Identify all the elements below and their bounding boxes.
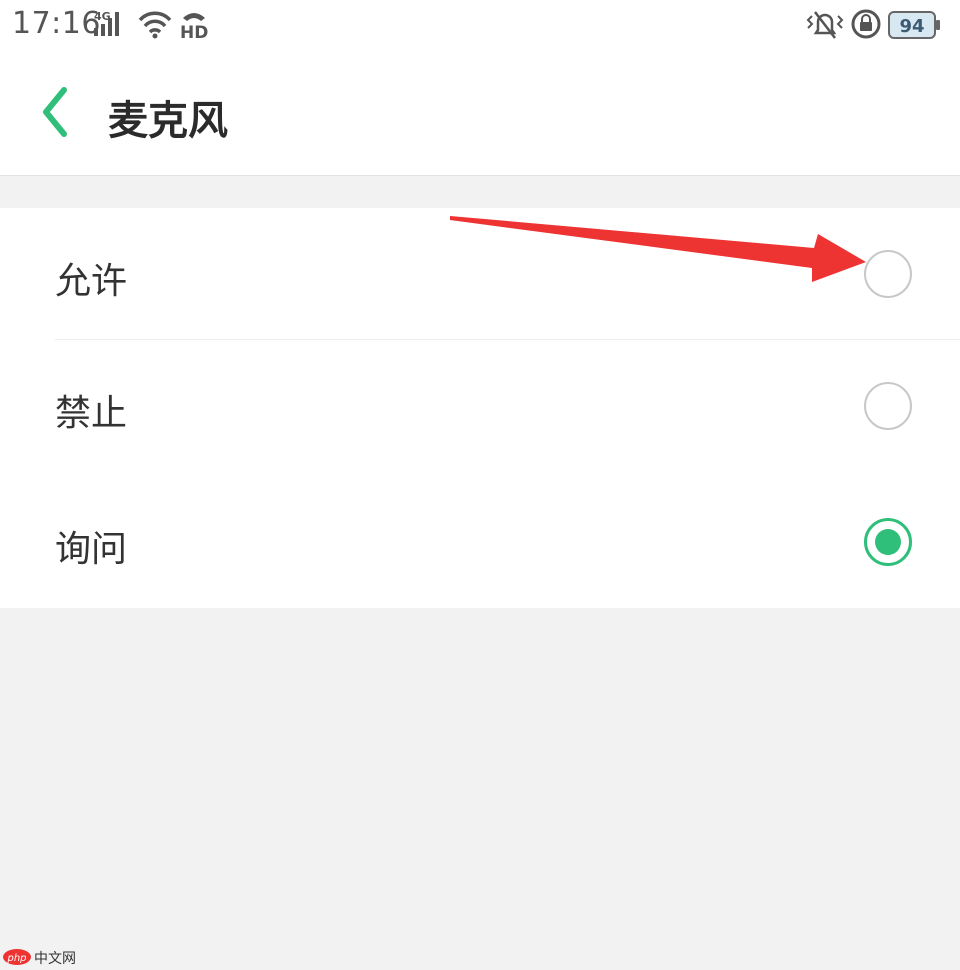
page-title: 麦克风 xyxy=(108,98,228,144)
status-time: 17:16 xyxy=(12,6,101,41)
svg-text:php: php xyxy=(6,953,26,964)
watermark: php 中文网 xyxy=(2,948,76,967)
radio-allow[interactable] xyxy=(864,250,912,298)
option-ask[interactable]: 询问 xyxy=(0,476,960,608)
signal-4g-icon: 4G xyxy=(94,10,119,36)
option-label: 询问 xyxy=(55,529,128,570)
status-right-icons: 94 xyxy=(806,9,940,39)
radio-selected-dot xyxy=(875,529,901,555)
option-deny[interactable]: 禁止 xyxy=(0,340,960,472)
chevron-left-icon xyxy=(43,87,67,137)
hd-label: HD xyxy=(180,23,208,42)
option-allow[interactable]: 允许 xyxy=(0,208,960,340)
option-label: 允许 xyxy=(55,261,128,302)
option-divider xyxy=(55,339,960,340)
php-logo-icon: php xyxy=(3,949,31,965)
option-label: 禁止 xyxy=(55,393,128,434)
permission-options: 允许 禁止 询问 xyxy=(0,208,960,608)
status-left-icons: 4G HD xyxy=(94,10,208,42)
radio-ask[interactable] xyxy=(864,518,912,566)
watermark-text: 中文网 xyxy=(34,951,76,967)
battery-level: 94 xyxy=(899,16,924,37)
rotation-lock-icon xyxy=(851,9,881,39)
app-header: 麦克风 xyxy=(0,50,960,176)
status-bar: 17:16 4G HD 94 xyxy=(0,0,960,50)
radio-deny[interactable] xyxy=(864,382,912,430)
vibrate-mute-icon xyxy=(806,11,844,39)
wifi-icon xyxy=(138,11,172,39)
hd-call-icon: HD xyxy=(180,13,208,42)
back-button[interactable] xyxy=(30,84,80,140)
battery-icon: 94 xyxy=(888,11,940,39)
